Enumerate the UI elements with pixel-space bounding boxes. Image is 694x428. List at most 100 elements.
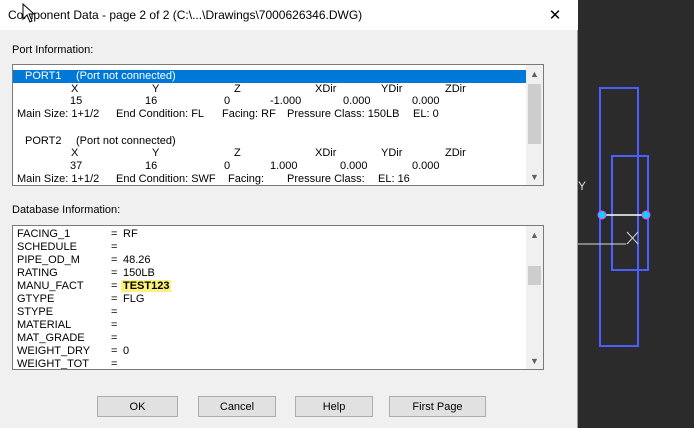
db-eq: = [111,280,118,292]
title-bar: Component Data - page 2 of 2 (C:\...\Dra… [0,0,578,30]
db-info-scrollbar[interactable]: ▲ ▼ [526,226,543,369]
cad-canvas: Y [578,87,651,347]
port1-main-size: Main Size: 1+1/2 [17,108,100,120]
db-key: WEIGHT_DRY [17,345,91,357]
port-info-label: Port Information: [12,44,94,56]
col-ydir: YDir [381,147,403,159]
port2-column-headers: X Y Z XDir YDir ZDir [13,147,526,160]
col-y: Y [152,83,160,95]
port2-details: Main Size: 1+1/2 End Condition: SWF Faci… [13,173,526,185]
db-eq: = [111,332,118,344]
scroll-thumb[interactable] [528,84,541,144]
db-key: MATERIAL [17,319,72,331]
db-row[interactable]: MATERIAL = [13,319,526,332]
window-title: Component Data - page 2 of 2 (C:\...\Dra… [8,8,363,22]
col-ydir: YDir [381,83,403,95]
db-row[interactable]: PIPE_OD_M = 48.26 [13,254,526,267]
db-info-label: Database Information: [12,204,121,216]
port1-status: (Port not connected) [76,70,176,82]
col-x: X [71,83,79,95]
grip-point-icon[interactable] [641,210,651,220]
port1-z: 0 [224,95,231,107]
col-y: Y [152,147,160,159]
db-key: WEIGHT_TOT [17,358,89,369]
help-button[interactable]: Help [295,396,373,417]
col-zdir: ZDir [445,83,466,95]
cancel-button[interactable]: Cancel [198,396,276,417]
db-row[interactable]: STYPE = [13,306,526,319]
port2-el: EL: 16 [378,173,410,185]
col-z: Z [234,83,241,95]
col-xdir: XDir [315,83,337,95]
db-eq: = [111,319,118,331]
db-row[interactable]: WEIGHT_TOT = [13,358,526,369]
db-row[interactable]: SCHEDULE = [13,241,526,254]
db-row[interactable]: RATING = 150LB [13,267,526,280]
db-eq: = [111,254,118,266]
port1-end-condition: End Condition: FL [116,108,205,120]
db-row[interactable]: GTYPE = FLG [13,293,526,306]
scroll-up-icon[interactable]: ▲ [526,226,543,243]
col-zdir: ZDir [445,147,466,159]
port1-y: 16 [145,95,158,107]
db-value: 0 [123,345,130,357]
grip-point-icon[interactable] [597,210,607,220]
port2-x: 37 [70,160,83,172]
db-row[interactable]: MAT_GRADE = [13,332,526,345]
port1-el: EL: 0 [413,108,439,120]
db-info-listbox[interactable]: FACING_1 = RF SCHEDULE = PIPE_OD_M = 48.… [12,225,544,370]
db-eq: = [111,345,118,357]
port1-zdir: 0.000 [412,95,440,107]
port2-ydir: 0.000 [340,160,368,172]
col-x: X [71,147,79,159]
db-key: GTYPE [17,293,55,305]
port2-pressure-class: Pressure Class: [287,173,365,185]
port-info-listbox[interactable]: PORT1 (Port not connected) X Y Z XDir YD… [12,64,544,186]
db-value: 150LB [123,267,155,279]
db-row[interactable]: WEIGHT_DRY = 0 [13,345,526,358]
scroll-down-icon[interactable]: ▼ [526,352,543,369]
db-row[interactable]: MANU_FACT = TEST123 [13,280,526,293]
component-data-dialog: Component Data - page 2 of 2 (C:\...\Dra… [0,0,578,428]
port1-name: PORT1 [25,70,62,82]
port2-name: PORT2 [25,135,62,147]
port1-x: 15 [70,95,83,107]
port2-facing: Facing: [228,173,265,185]
port1-header-row[interactable]: PORT1 (Port not connected) [13,70,526,83]
db-key: STYPE [17,306,54,318]
db-eq: = [111,241,118,253]
port1-details: Main Size: 1+1/2 End Condition: FL Facin… [13,108,526,121]
port1-ydir: 0.000 [343,95,371,107]
db-eq: = [111,228,118,240]
db-key: SCHEDULE [17,241,77,253]
ok-button[interactable]: OK [97,396,178,417]
db-key: FACING_1 [17,228,71,240]
port1-xdir: -1.000 [270,95,302,107]
port2-values: 37 16 0 1.000 0.000 0.000 [13,160,526,173]
col-xdir: XDir [315,147,337,159]
port-info-scrollbar[interactable]: ▲ ▼ [526,65,543,185]
db-key: MANU_FACT [17,280,84,292]
cad-drawing-area[interactable]: Y [578,0,694,428]
close-button[interactable]: ✕ [532,0,578,30]
db-value-highlighted: TEST123 [121,280,172,292]
port1-pressure-class: Pressure Class: 150LB [287,108,400,120]
scroll-up-icon[interactable]: ▲ [526,65,543,82]
flange-outline [599,87,649,347]
db-eq: = [111,306,118,318]
db-row[interactable]: FACING_1 = RF [13,228,526,241]
port2-status: (Port not connected) [76,135,176,147]
db-key: RATING [17,267,58,279]
ucs-y-label: Y [578,179,586,193]
port2-xdir: 1.000 [270,160,298,172]
port2-main-size: Main Size: 1+1/2 [17,173,100,185]
port2-z: 0 [224,160,231,172]
db-eq: = [111,358,118,369]
ucs-axes [578,231,639,245]
scroll-down-icon[interactable]: ▼ [526,168,543,185]
first-page-button[interactable]: First Page [389,396,486,417]
scroll-thumb[interactable] [528,266,541,285]
db-key: MAT_GRADE [17,332,85,344]
db-value: 48.26 [123,254,151,266]
db-eq: = [111,267,118,279]
